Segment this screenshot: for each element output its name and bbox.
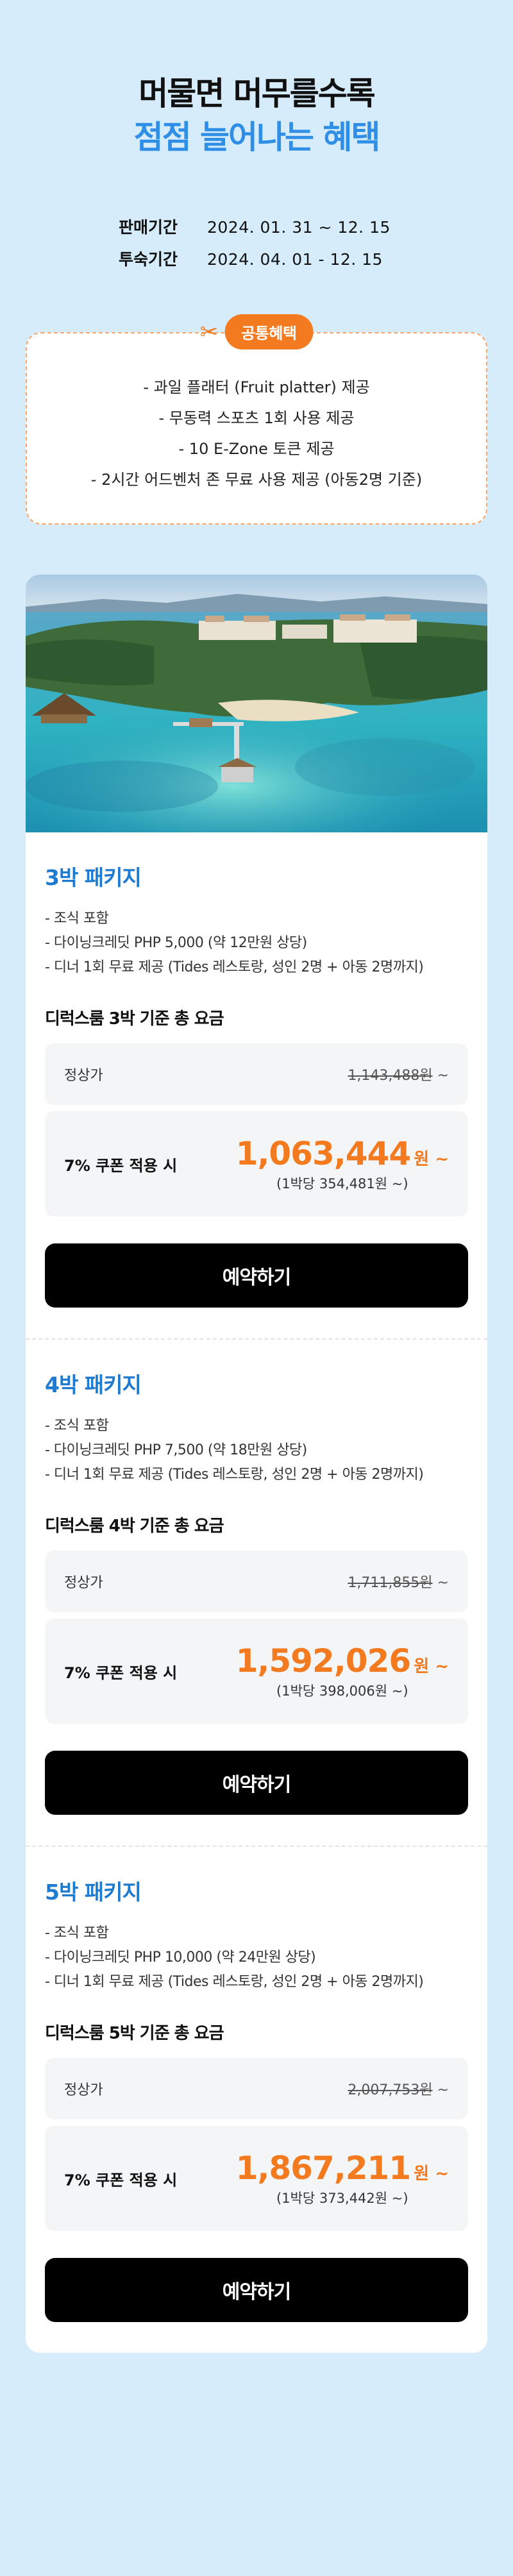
per-night-price: (1박당 354,481원 ~) bbox=[276, 1176, 408, 1191]
regular-price-suffix: ~ bbox=[432, 1068, 449, 1084]
package-5-nights: 5박 패키지 - 조식 포함 - 다이닝크레딧 PHP 10,000 (약 24… bbox=[26, 1846, 487, 2353]
package-4-nights: 4박 패키지 - 조식 포함 - 다이닝크레딧 PHP 7,500 (약 18만… bbox=[26, 1338, 487, 1846]
coupon-price-box: 7% 쿠폰 적용 시 1,867,211 원 ~ (1박당 373,442원 ~… bbox=[45, 2126, 468, 2231]
benefit-item: - 무동력 스포츠 1회 사용 제공 bbox=[158, 409, 355, 427]
coupon-label: 7% 쿠폰 적용 시 bbox=[64, 1663, 178, 1682]
regular-price-box: 정상가 1,711,855원 ~ bbox=[45, 1551, 468, 1612]
stay-period-label: 투숙기간 bbox=[119, 250, 178, 269]
regular-price-box: 정상가 2,007,753원 ~ bbox=[45, 2058, 468, 2119]
coupon-price-unit: 원 ~ bbox=[414, 2164, 449, 2184]
regular-price-value: 1,711,855원 bbox=[348, 1575, 433, 1591]
book-button[interactable]: 예약하기 bbox=[45, 1243, 468, 1308]
package-feature: - 다이닝크레딧 PHP 10,000 (약 24만원 상당) bbox=[45, 1949, 316, 1966]
package-card: 3박 패키지 - 조식 포함 - 다이닝크레딧 PHP 5,000 (약 12만… bbox=[26, 575, 487, 2353]
coupon-label: 7% 쿠폰 적용 시 bbox=[64, 2171, 178, 2189]
promo-page: 머물면 머무를수록 점점 늘어나는 혜택 판매기간 2024. 01. 31 ~… bbox=[0, 0, 513, 2576]
package-feature: - 디너 1회 무료 제공 (Tides 레스토랑, 성인 2명 + 아동 2명… bbox=[45, 1974, 424, 1990]
sale-period-value: 2024. 01. 31 ~ 12. 15 bbox=[207, 218, 391, 237]
book-button[interactable]: 예약하기 bbox=[45, 2258, 468, 2322]
coupon-price: 1,867,211 bbox=[235, 2150, 412, 2187]
coupon-price-box: 7% 쿠폰 적용 시 1,063,444 원 ~ (1박당 354,481원 ~… bbox=[45, 1111, 468, 1216]
common-benefits: ✂ 공통혜택 - 과일 플래터 (Fruit platter) 제공 - 무동력… bbox=[26, 314, 487, 525]
regular-price-label: 정상가 bbox=[64, 1575, 103, 1591]
regular-price: 2,007,753원 ~ bbox=[348, 2078, 449, 2099]
package-title: 3박 패키지 bbox=[45, 865, 142, 890]
regular-price-suffix: ~ bbox=[432, 2082, 449, 2098]
coupon-price-block: 1,063,444 원 ~ (1박당 354,481원 ~) bbox=[236, 1135, 449, 1193]
package-title: 5박 패키지 bbox=[45, 1880, 142, 1905]
package-feature: - 디너 1회 무료 제공 (Tides 레스토랑, 성인 2명 + 아동 2명… bbox=[45, 1467, 424, 1483]
coupon-price-block: 1,592,026 원 ~ (1박당 398,006원 ~) bbox=[236, 1642, 449, 1700]
rate-title: 디럭스룸 5박 기준 총 요금 bbox=[45, 2024, 224, 2043]
package-feature: - 다이닝크레딧 PHP 5,000 (약 12만원 상당) bbox=[45, 935, 307, 951]
rate-title: 디럭스룸 3박 기준 총 요금 bbox=[45, 1009, 224, 1029]
regular-price-label: 정상가 bbox=[64, 1068, 103, 1084]
coupon-price: 1,063,444 bbox=[235, 1135, 412, 1172]
benefit-tag: ✂ 공통혜택 bbox=[200, 314, 314, 349]
benefit-item: - 과일 플래터 (Fruit platter) 제공 bbox=[143, 378, 370, 396]
benefit-box: - 과일 플래터 (Fruit platter) 제공 - 무동력 스포츠 1회… bbox=[26, 332, 487, 525]
scissors-icon: ✂ bbox=[199, 319, 219, 345]
coupon-price-unit: 원 ~ bbox=[414, 1150, 449, 1169]
regular-price-label: 정상가 bbox=[64, 2082, 103, 2098]
period-info: 판매기간 2024. 01. 31 ~ 12. 15 투숙기간 2024. 04… bbox=[119, 212, 394, 276]
benefit-item: - 10 E-Zone 토큰 제공 bbox=[178, 440, 335, 458]
book-button[interactable]: 예약하기 bbox=[45, 1751, 468, 1815]
resort-photo bbox=[26, 575, 487, 832]
stay-period-value: 2024. 04. 01 - 12. 15 bbox=[207, 250, 383, 269]
package-3-nights: 3박 패키지 - 조식 포함 - 다이닝크레딧 PHP 5,000 (약 12만… bbox=[26, 832, 487, 1338]
stay-period-row: 투숙기간 2024. 04. 01 - 12. 15 bbox=[119, 244, 394, 276]
per-night-price: (1박당 398,006원 ~) bbox=[276, 1683, 408, 1699]
regular-price: 1,143,488원 ~ bbox=[348, 1064, 449, 1084]
regular-price-box: 정상가 1,143,488원 ~ bbox=[45, 1043, 468, 1105]
package-feature: - 조식 포함 bbox=[45, 1925, 109, 1941]
coupon-label: 7% 쿠폰 적용 시 bbox=[64, 1156, 178, 1175]
hero-title-line2: 점점 늘어나는 혜택 bbox=[133, 119, 381, 156]
coupon-price-box: 7% 쿠폰 적용 시 1,592,026 원 ~ (1박당 398,006원 ~… bbox=[45, 1619, 468, 1724]
coupon-price-block: 1,867,211 원 ~ (1박당 373,442원 ~) bbox=[236, 2150, 449, 2207]
sale-period-row: 판매기간 2024. 01. 31 ~ 12. 15 bbox=[119, 212, 394, 244]
coupon-price-unit: 원 ~ bbox=[414, 1657, 449, 1676]
hero-title-line1: 머물면 머무를수록 bbox=[139, 75, 375, 112]
package-feature: - 다이닝크레딧 PHP 7,500 (약 18만원 상당) bbox=[45, 1442, 307, 1458]
benefit-tag-label: 공통혜택 bbox=[224, 314, 314, 349]
benefit-item: - 2시간 어드벤처 존 무료 사용 제공 (아동2명 기준) bbox=[90, 471, 423, 489]
package-feature: - 조식 포함 bbox=[45, 1418, 109, 1434]
hero: 머물면 머무를수록 점점 늘어나는 혜택 bbox=[0, 0, 513, 159]
regular-price-suffix: ~ bbox=[432, 1575, 449, 1591]
regular-price-value: 1,143,488원 bbox=[348, 1068, 433, 1084]
package-feature: - 조식 포함 bbox=[45, 911, 109, 927]
rate-title: 디럭스룸 4박 기준 총 요금 bbox=[45, 1517, 224, 1536]
coupon-price: 1,592,026 bbox=[235, 1642, 412, 1679]
sale-period-label: 판매기간 bbox=[119, 218, 178, 237]
regular-price-value: 2,007,753원 bbox=[348, 2082, 433, 2098]
regular-price: 1,711,855원 ~ bbox=[348, 1571, 449, 1592]
package-feature: - 디너 1회 무료 제공 (Tides 레스토랑, 성인 2명 + 아동 2명… bbox=[45, 959, 424, 975]
package-title: 4박 패키지 bbox=[45, 1372, 142, 1397]
per-night-price: (1박당 373,442원 ~) bbox=[276, 2191, 408, 2206]
